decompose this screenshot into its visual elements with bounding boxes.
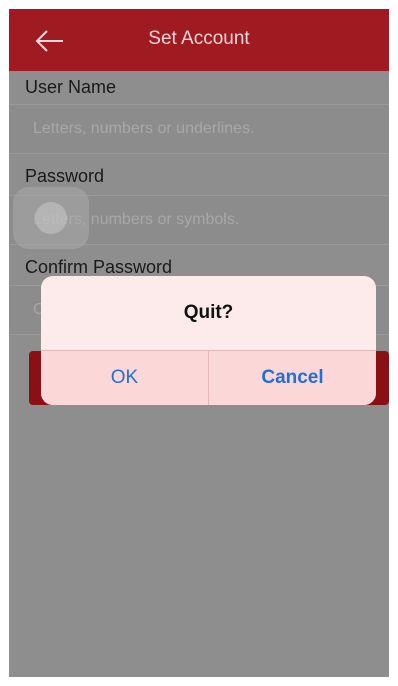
ok-button[interactable]: OK [41,351,208,405]
app-screen: Set Account User Name Password Confirm P… [9,9,389,677]
modal-overlay: Quit? OK Cancel [9,9,389,677]
cancel-button[interactable]: Cancel [209,351,376,405]
quit-dialog: Quit? OK Cancel [41,276,376,405]
dialog-title: Quit? [183,302,234,323]
